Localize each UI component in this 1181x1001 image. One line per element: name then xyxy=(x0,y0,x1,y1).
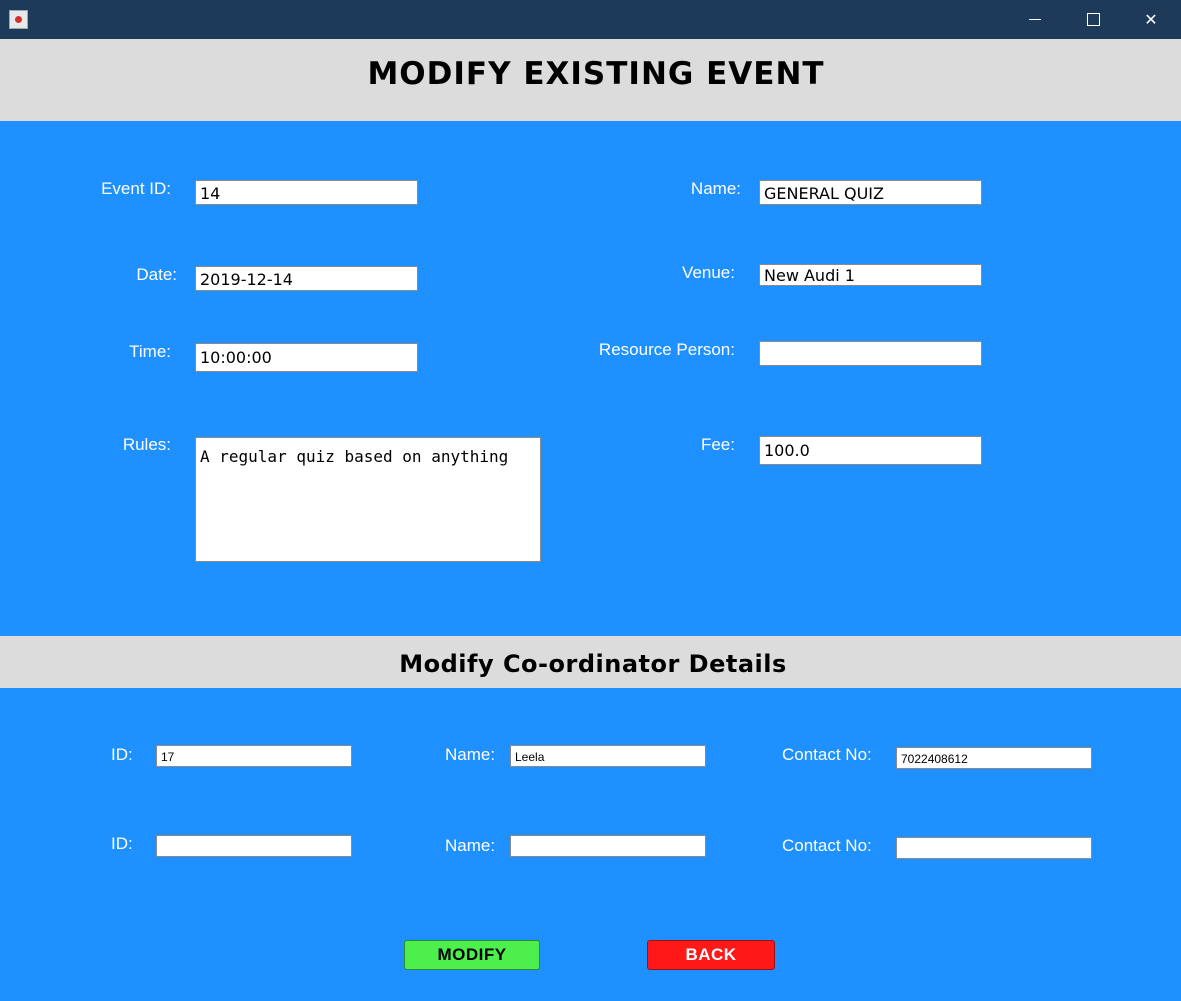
coordinator-section-title: Modify Co-ordinator Details xyxy=(399,650,787,678)
java-cup-icon xyxy=(9,10,28,29)
time-label: Time: xyxy=(129,342,171,361)
venue-label: Venue: xyxy=(682,263,735,282)
modify-button[interactable]: MODIFY xyxy=(404,940,540,970)
close-icon: ✕ xyxy=(1144,10,1158,29)
date-field[interactable]: 2019-12-14 xyxy=(195,266,418,291)
coordinator-1-contact-field[interactable]: 7022408612 xyxy=(896,747,1092,769)
coordinator-1-id-field[interactable]: 17 xyxy=(156,745,352,767)
coordinator-2-name-label: Name: xyxy=(445,836,496,855)
resource-person-label: Resource Person: xyxy=(598,340,735,359)
fee-field[interactable]: 100.0 xyxy=(759,436,982,465)
event-name-field[interactable]: GENERAL QUIZ xyxy=(759,180,982,205)
rules-label: Rules: xyxy=(122,435,171,454)
coordinator-2-contact-label: Contact No: xyxy=(782,836,872,855)
minimize-button[interactable] xyxy=(1006,0,1064,39)
resource-person-field[interactable] xyxy=(759,341,982,366)
maximize-icon xyxy=(1087,13,1100,26)
event-name-label: Name: xyxy=(690,179,741,198)
minimize-icon xyxy=(1029,19,1041,20)
coordinator-1-name-field[interactable]: Leela xyxy=(510,745,706,767)
venue-field[interactable]: New Audi 1 xyxy=(759,264,982,286)
fee-label: Fee: xyxy=(700,435,735,454)
time-field[interactable]: 10:00:00 xyxy=(195,343,418,372)
coordinator-1-id-label: ID: xyxy=(111,745,133,764)
coordinator-2-contact-field[interactable] xyxy=(896,837,1092,859)
rules-textarea[interactable]: A regular quiz based on anything xyxy=(195,437,541,562)
coordinator-1-name-label: Name: xyxy=(445,745,496,764)
page-title: MODIFY EXISTING EVENT xyxy=(367,56,825,92)
coordinator-1-contact-label: Contact No: xyxy=(782,745,872,764)
window-titlebar[interactable]: ✕ xyxy=(0,0,1181,39)
coordinator-2-id-label: ID: xyxy=(111,834,133,853)
event-id-label: Event ID: xyxy=(101,179,171,198)
back-button[interactable]: BACK xyxy=(647,940,775,970)
event-id-field[interactable]: 14 xyxy=(195,180,418,205)
maximize-button[interactable] xyxy=(1064,0,1122,39)
date-label: Date: xyxy=(136,265,177,284)
coordinator-2-id-field[interactable] xyxy=(156,835,352,857)
coordinator-2-name-field[interactable] xyxy=(510,835,706,857)
close-button[interactable]: ✕ xyxy=(1122,0,1180,39)
